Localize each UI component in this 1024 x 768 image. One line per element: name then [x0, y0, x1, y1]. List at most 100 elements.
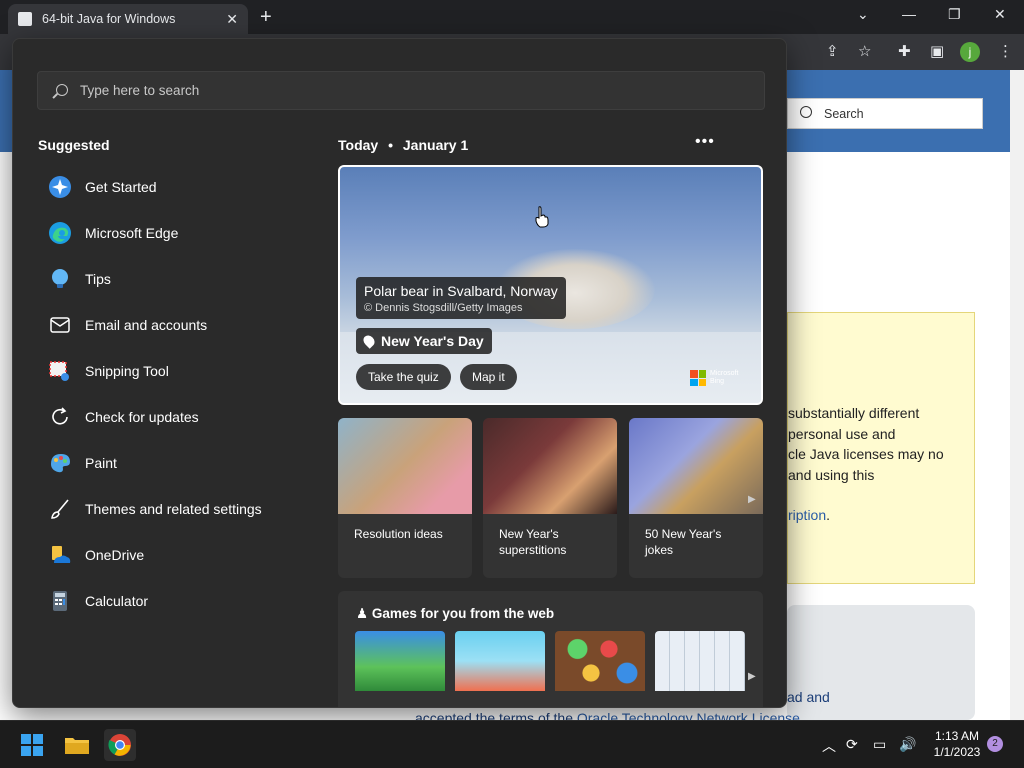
game-tile-fish[interactable] [455, 631, 545, 691]
games-heading: ♟ Games for you from the web [356, 606, 554, 622]
suggested-item-snipping-tool[interactable]: Snipping Tool [37, 348, 317, 394]
web-search-placeholder: Search [824, 106, 864, 121]
search-icon [56, 84, 68, 96]
game-tile-sudoku[interactable] [655, 631, 745, 691]
suggested-item-check-updates[interactable]: Check for updates [37, 394, 317, 440]
notification-badge[interactable]: 2 [987, 736, 1003, 752]
extensions-icon[interactable]: ✚ [898, 42, 911, 60]
suggested-item-label: Paint [85, 455, 117, 471]
today-date: January 1 [402, 137, 469, 153]
clock-time: 1:13 AM [934, 729, 980, 743]
hero-card[interactable]: Polar bear in Svalbard, Norway © Dennis … [338, 165, 763, 405]
notice-line: personal use and [788, 425, 896, 442]
suggested-item-label: Microsoft Edge [85, 225, 179, 241]
search-icon [800, 106, 812, 118]
volume-icon[interactable]: 🔊 [899, 736, 916, 753]
games-next-arrow-icon[interactable]: ▶ [748, 671, 756, 682]
tab-search-chevron-icon[interactable]: ⌄ [857, 6, 869, 23]
tips-icon [47, 266, 73, 292]
news-card[interactable]: Resolution ideas [338, 418, 472, 578]
windows-logo-icon [21, 734, 43, 756]
suggested-item-label: Snipping Tool [85, 363, 169, 379]
browser-tab[interactable]: 64-bit Java for Windows ✕ [8, 4, 248, 34]
news-card[interactable]: 50 New Year's jokes [629, 418, 763, 578]
menu-kebab-icon[interactable]: ⋮ [998, 42, 1013, 60]
minimize-button[interactable]: — [902, 6, 916, 22]
today-heading: Today • January 1 [338, 137, 468, 153]
bookmark-star-icon[interactable]: ☆ [858, 42, 871, 60]
taskbar-clock[interactable]: 1:13 AM 1/1/2023 [925, 728, 989, 760]
start-search-placeholder: Type here to search [80, 83, 200, 98]
take-quiz-button[interactable]: Take the quiz [356, 364, 451, 390]
map-it-button[interactable]: Map it [460, 364, 517, 390]
suggested-item-tips[interactable]: Tips [37, 256, 317, 302]
start-menu: Type here to search Suggested Get Starte… [12, 38, 787, 708]
notice-line: and using this [788, 466, 875, 483]
suggested-item-calculator[interactable]: Calculator [37, 578, 317, 624]
java-favicon-icon [18, 12, 32, 26]
edge-icon [47, 220, 73, 246]
today-separator: • [388, 137, 393, 153]
chrome-taskbar-button[interactable] [104, 729, 136, 761]
share-icon[interactable]: ⇪ [826, 42, 839, 60]
restore-button[interactable]: ❐ [948, 6, 961, 23]
notice-line: substantially different [788, 405, 920, 421]
suggested-item-edge[interactable]: Microsoft Edge [37, 210, 317, 256]
suggested-item-label: OneDrive [85, 547, 145, 563]
notice-line: cle Java licenses may no [788, 446, 944, 462]
suggested-item-label: Tips [85, 271, 111, 287]
new-tab-button[interactable]: + [260, 6, 272, 29]
suggested-item-email[interactable]: Email and accounts [37, 302, 317, 348]
location-pin-icon [361, 333, 377, 349]
profile-avatar[interactable]: j [960, 42, 980, 62]
microsoft-logo-icon [690, 370, 706, 386]
suggested-item-paint[interactable]: Paint [37, 440, 317, 486]
tab-close-icon[interactable]: ✕ [226, 11, 238, 28]
news-card[interactable]: New Year's superstitions [483, 418, 617, 578]
browser-titlebar: 64-bit Java for Windows ✕ + ⌄ — ❐ ✕ [0, 0, 1024, 34]
hero-credit: © Dennis Stogsdill/Getty Images [364, 302, 523, 314]
game-tile-soccer[interactable] [355, 631, 445, 691]
dog-party-hat-image [629, 418, 763, 514]
cards-next-arrow-icon[interactable]: ▶ [748, 494, 756, 505]
window-close-button[interactable]: ✕ [994, 6, 1006, 23]
brand-line1: Microsoft [710, 370, 739, 377]
suggested-item-themes[interactable]: Themes and related settings [37, 486, 317, 532]
suggested-item-label: Themes and related settings [85, 501, 262, 517]
suggested-item-label: Check for updates [85, 409, 199, 425]
suggested-list: Get Started Microsoft Edge Tips Email an… [37, 164, 317, 624]
file-explorer-button[interactable] [61, 729, 93, 761]
side-panel-icon[interactable]: ▣ [930, 42, 944, 60]
games-title: Games for you from the web [371, 606, 555, 621]
suggested-item-get-started[interactable]: Get Started [37, 164, 317, 210]
games-section: ♟ Games for you from the web ▶ [338, 591, 763, 707]
celebration-image [483, 418, 617, 514]
suggested-heading: Suggested [38, 137, 110, 153]
start-button[interactable] [16, 729, 48, 761]
hand-cursor-icon [535, 206, 549, 228]
brand-line2: Bing [710, 378, 725, 385]
start-search-input[interactable]: Type here to search [37, 71, 765, 110]
brush-icon [47, 496, 73, 522]
suggested-item-onedrive[interactable]: OneDrive [37, 532, 317, 578]
subscription-link[interactable]: ription [788, 507, 826, 523]
microsoft-bing-logo: Microsoft Bing [690, 367, 750, 389]
snipping-tool-icon [47, 358, 73, 384]
more-options-icon[interactable]: ••• [695, 133, 715, 151]
event-label: New Year's Day [381, 333, 484, 349]
hero-caption: Polar bear in Svalbard, Norway © Dennis … [356, 277, 566, 319]
game-tile-bubbles[interactable] [555, 631, 645, 691]
chrome-icon [108, 734, 131, 756]
web-search-input[interactable]: Search [787, 98, 983, 129]
taskbar [0, 720, 1024, 768]
sync-status-icon[interactable]: ⟳ [846, 736, 858, 753]
page-scrollbar[interactable] [1010, 70, 1024, 720]
news-card-label: New Year's superstitions [499, 527, 567, 557]
network-icon[interactable]: ▭ [873, 736, 886, 753]
suggested-item-label: Email and accounts [85, 317, 208, 333]
event-badge: New Year's Day [356, 328, 492, 354]
games-icon: ♟ [356, 606, 372, 621]
tray-overflow-icon[interactable]: ︿ [822, 736, 836, 756]
terms-text-line1: ad and [787, 689, 830, 705]
notice-period: . [826, 507, 831, 523]
